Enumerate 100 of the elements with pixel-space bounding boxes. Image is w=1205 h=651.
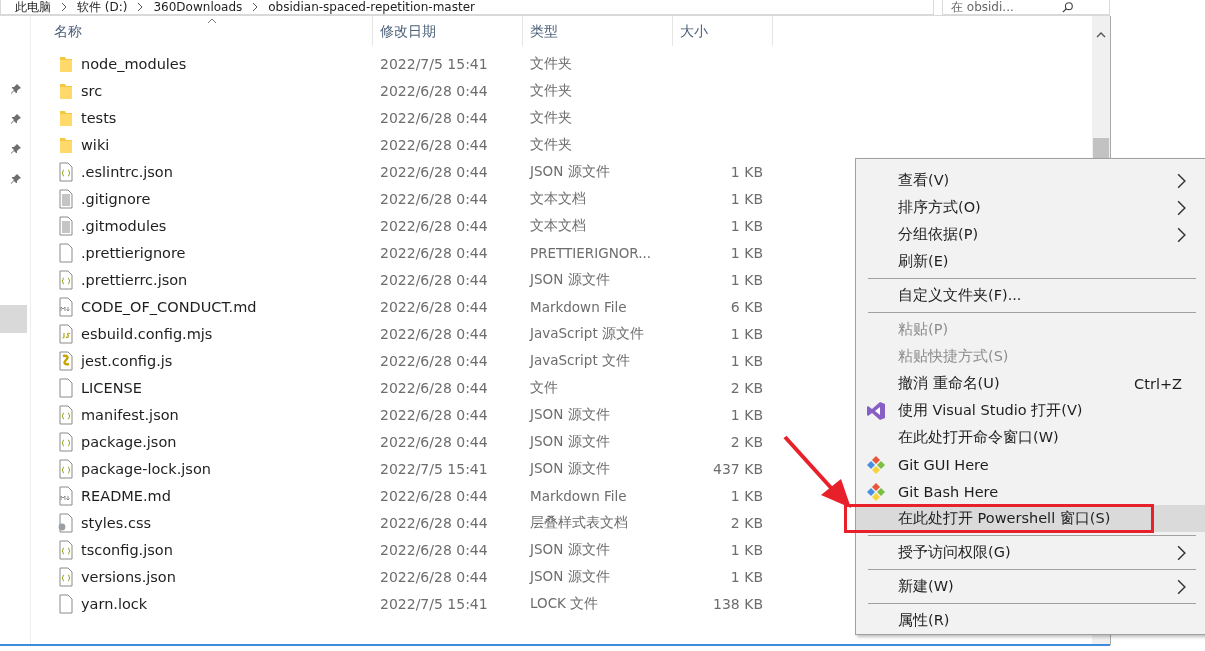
menu-item[interactable]: 排序方式(O) [856,194,1205,221]
file-type: 文件 [530,378,558,397]
file-icon [58,161,74,182]
file-icon [58,296,74,317]
file-name[interactable]: package.json [81,433,177,450]
menu-item[interactable]: Git GUI Here [856,451,1205,478]
file-name[interactable]: CODE_OF_CONDUCT.md [81,298,257,315]
file-icon [58,188,74,209]
file-name[interactable]: package-lock.json [81,460,211,477]
file-name[interactable]: .eslintrc.json [81,163,173,180]
modified-date: 2022/6/28 0:44 [380,325,488,342]
menu-item[interactable]: 使用 Visual Studio 打开(V) [856,397,1205,424]
file-icon [58,458,74,479]
column-header[interactable]: 大小 [673,16,773,46]
pin-icon[interactable] [10,113,22,125]
file-type: 文件夹 [530,54,572,73]
chevron-icon [61,2,67,12]
menu-item[interactable]: 授予访问权限(G) [856,539,1205,566]
file-size: 1 KB [730,190,763,207]
file-size: 1 KB [730,163,763,180]
column-header[interactable]: 修改日期 [373,16,523,46]
file-size: 1 KB [730,271,763,288]
modified-date: 2022/6/28 0:44 [380,433,488,450]
menu-item[interactable]: 新建(W) [856,573,1205,600]
breadcrumb[interactable]: 360Downloads [153,0,243,14]
breadcrumb[interactable]: 软件 (D:) [77,0,128,14]
file-name[interactable]: manifest.json [81,406,179,423]
file-size: 1 KB [730,541,763,558]
visual-studio-icon [866,400,886,421]
git-icon [866,454,886,475]
scroll-up-icon[interactable] [1096,32,1106,38]
file-name[interactable]: README.md [81,487,171,504]
file-size: 2 KB [730,433,763,450]
search-box[interactable]: 在 obsidi... [942,0,1110,15]
search-icon [1061,1,1075,13]
modified-date: 2022/7/5 15:41 [380,595,488,612]
column-header[interactable]: 名称 [41,16,373,46]
breadcrumb[interactable]: obsidian-spaced-repetition-master [268,0,475,14]
file-type: JSON 源文件 [530,405,610,424]
file-name[interactable]: jest.config.js [81,352,173,369]
menu-item[interactable]: 刷新(E) [856,248,1205,275]
file-type: JSON 源文件 [530,540,610,559]
menu-item[interactable]: 属性(R) [856,607,1205,634]
menu-item[interactable]: Git Bash Here [856,478,1205,505]
file-icon [58,269,74,290]
file-size: 138 KB [713,595,763,612]
file-size: 1 KB [730,406,763,423]
menu-item[interactable]: 自定义文件夹(F)... [856,282,1205,309]
modified-date: 2022/6/28 0:44 [380,379,488,396]
file-name[interactable]: styles.css [81,514,151,531]
file-icon [58,350,74,371]
file-icon [58,566,74,587]
file-type: JSON 源文件 [530,567,610,586]
file-name[interactable]: tests [81,109,117,126]
breadcrumb[interactable]: 此电脑 [15,0,51,14]
file-name[interactable]: esbuild.config.mjs [81,325,213,342]
file-size: 1 KB [730,487,763,504]
file-size: 1 KB [730,568,763,585]
address-bar[interactable]: 此电脑 软件 (D:) 360Downloads obsidian-spaced-repetition-master [0,0,934,15]
file-size: 437 KB [713,460,763,477]
file-name[interactable]: .gitmodules [81,217,167,234]
file-name[interactable]: .gitignore [81,190,151,207]
file-type: 文件夹 [530,108,572,127]
file-name[interactable]: .prettierignore [81,244,186,261]
modified-date: 2022/6/28 0:44 [380,487,488,504]
pin-icon[interactable] [10,173,22,185]
file-type: Markdown File [530,487,627,504]
modified-date: 2022/6/28 0:44 [380,271,488,288]
modified-date: 2022/6/28 0:44 [380,190,488,207]
file-size: 1 KB [730,217,763,234]
modified-date: 2022/6/28 0:44 [380,109,488,126]
pin-icon[interactable] [10,83,22,95]
scroll-thumb[interactable] [1093,138,1109,160]
modified-date: 2022/6/28 0:44 [380,136,488,153]
file-icon [58,593,74,614]
file-size: 1 KB [730,325,763,342]
modified-date: 2022/7/5 15:41 [380,55,488,72]
git-icon [866,481,886,502]
file-icon [58,323,74,344]
pin-icon[interactable] [10,143,22,155]
file-size: 1 KB [730,244,763,261]
file-name[interactable]: LICENSE [81,379,142,396]
menu-item[interactable]: 在此处打开命令窗口(W) [856,424,1205,451]
file-name[interactable]: tsconfig.json [81,541,173,558]
menu-item[interactable]: 分组依据(P) [856,221,1205,248]
column-header[interactable]: 类型 [523,16,673,46]
file-name[interactable]: node_modules [81,55,187,72]
file-type: JavaScript 源文件 [530,324,644,343]
menu-item[interactable]: 撤消 重命名(U) Ctrl+Z [856,370,1205,397]
file-name[interactable]: versions.json [81,568,176,585]
file-size: 6 KB [730,298,763,315]
search-field[interactable]: 在 obsidi... [951,0,1061,14]
file-name[interactable]: src [81,82,103,99]
menu-item[interactable]: 查看(V) [856,167,1205,194]
file-name[interactable]: wiki [81,136,110,153]
file-name[interactable]: yarn.lock [81,595,148,612]
modified-date: 2022/6/28 0:44 [380,514,488,531]
file-name[interactable]: .prettierrc.json [81,271,188,288]
file-icon [58,431,74,452]
file-icon [58,539,74,560]
